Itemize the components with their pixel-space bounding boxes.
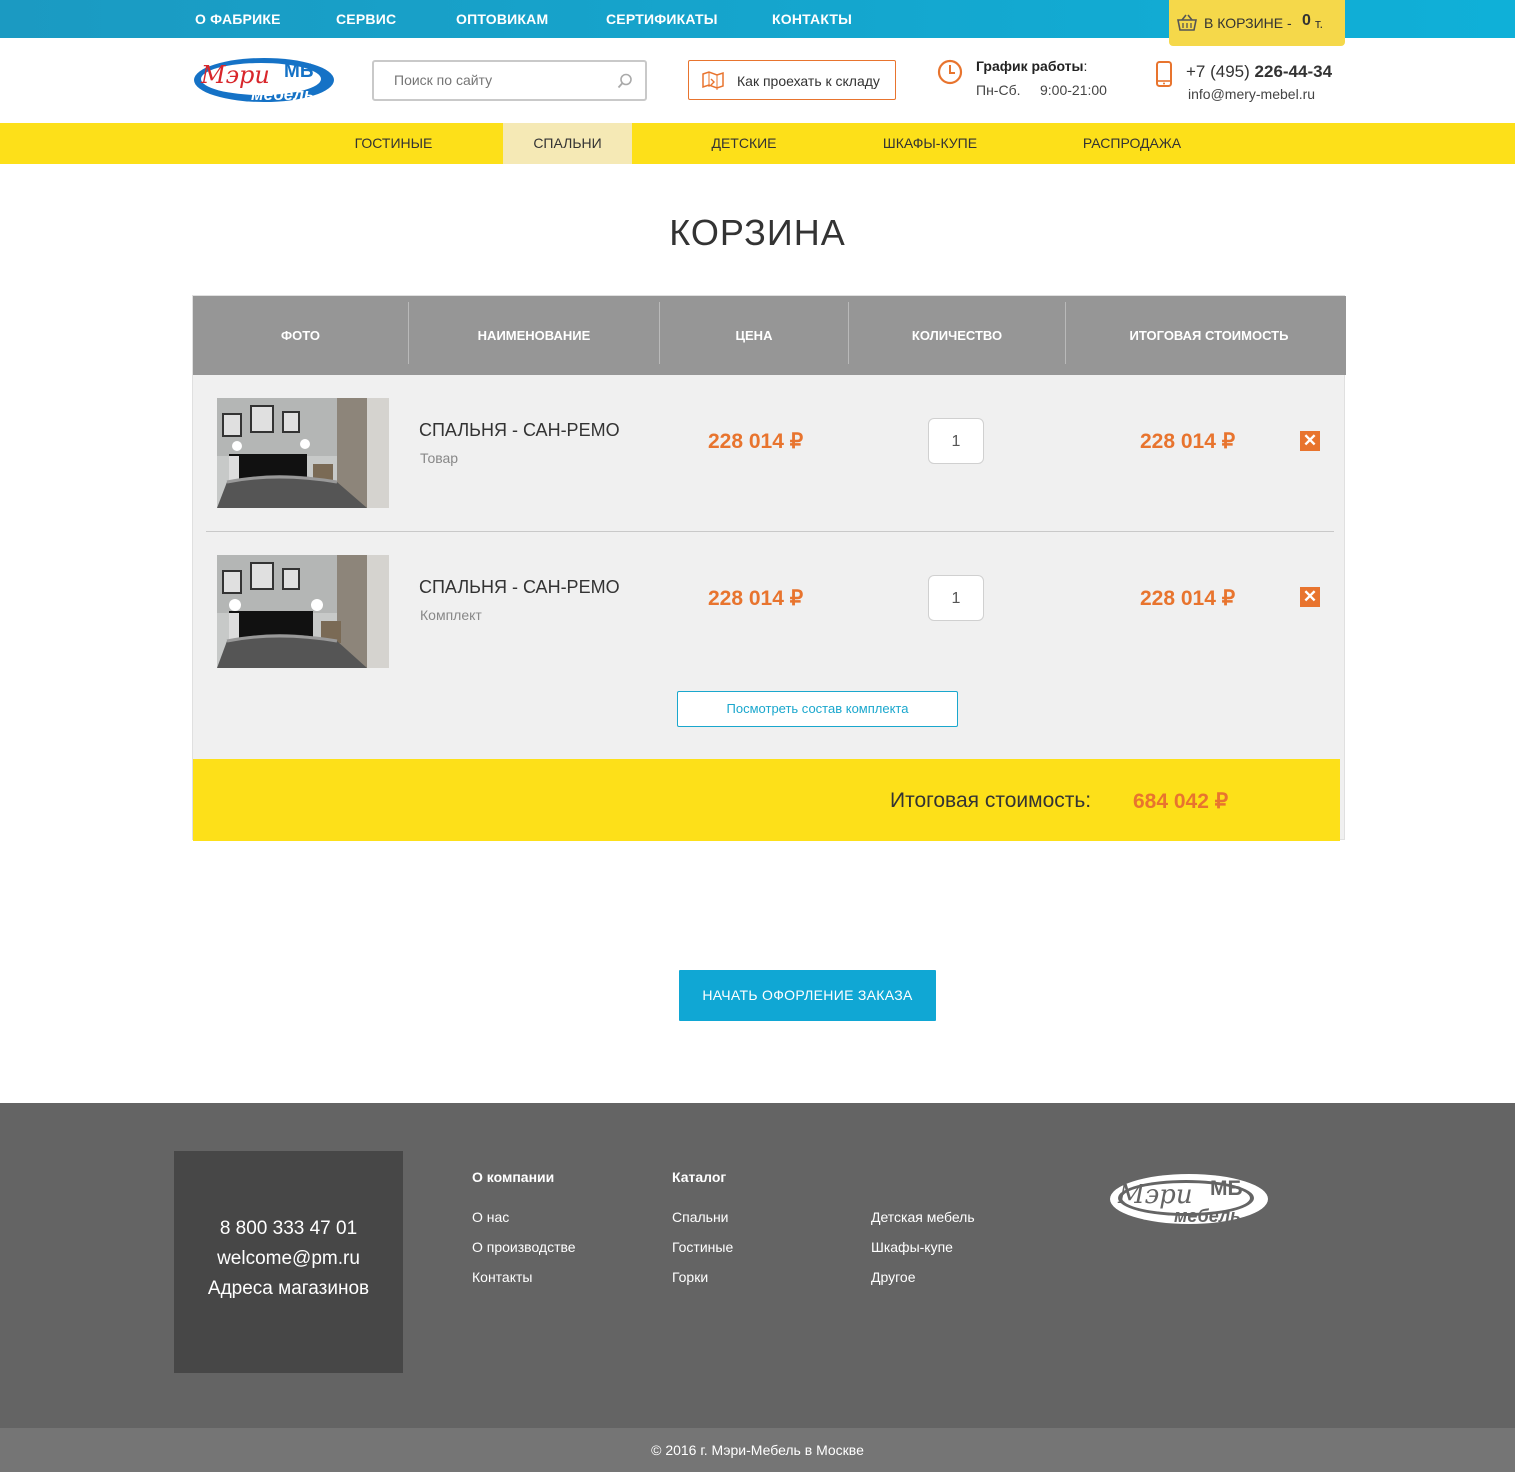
footer-link-wall-units[interactable]: Горки — [672, 1269, 708, 1285]
footer-logo-text-bottom: мебель — [1174, 1206, 1241, 1226]
topnav-item-service[interactable]: СЕРВИС — [336, 11, 396, 27]
cart-button[interactable]: В КОРЗИНЕ - 0 т. — [1169, 0, 1345, 46]
cart-label: В КОРЗИНЕ - — [1204, 15, 1292, 31]
cart-total-value: 684 042 ₽ — [1133, 790, 1229, 813]
mainnav-item-kids[interactable]: ДЕТСКИЕ — [684, 123, 804, 164]
footer-link-other[interactable]: Другое — [871, 1269, 915, 1285]
mainnav-item-wardrobes[interactable]: ШКАФЫ-КУПЕ — [860, 123, 1000, 164]
close-icon[interactable]: ✕ — [1300, 587, 1320, 607]
site-logo[interactable]: Мэри МБ мебель — [193, 55, 338, 110]
phone-prefix: +7 (495) — [1186, 62, 1250, 81]
footer: 8 800 333 47 01 welcome@pm.ru Адреса маг… — [0, 1103, 1515, 1428]
footer-link-wardrobes[interactable]: Шкафы-купе — [871, 1239, 953, 1255]
row-divider — [206, 531, 1334, 532]
product-type: Комплект — [420, 607, 482, 623]
quantity-input[interactable]: 1 — [928, 418, 984, 464]
column-header-name: НАИМЕНОВАНИЕ — [477, 328, 591, 343]
footer-link-production[interactable]: О производстве — [472, 1239, 576, 1255]
mainnav-item-living-rooms[interactable]: ГОСТИНЫЕ — [322, 123, 465, 164]
main-nav: ГОСТИНЫЕ СПАЛЬНИ ДЕТСКИЕ ШКАФЫ-КУПЕ РАСП… — [0, 123, 1515, 164]
column-header-total: ИТОГОВАЯ СТОИМОСТЬ — [1129, 328, 1289, 343]
row-total: 228 014 ₽ — [1140, 430, 1236, 453]
search-input[interactable] — [394, 72, 614, 88]
page-title: КОРЗИНА — [669, 212, 846, 253]
mainnav-item-sale[interactable]: РАСПРОДАЖА — [1065, 123, 1199, 164]
start-order-button[interactable]: НАЧАТЬ ОФОРЛЕНИЕ ЗАКАЗА — [679, 970, 936, 1021]
cart-total-label: Итоговая стоимость: — [890, 789, 1092, 812]
copyright: © 2016 г. Мэри-Мебель в Москве — [0, 1428, 1515, 1472]
footer-logo[interactable]: Мэри МБ мебель — [1108, 1171, 1270, 1232]
email-link[interactable]: info@mery-mebel.ru — [1188, 86, 1315, 102]
close-icon[interactable]: ✕ — [1300, 431, 1320, 451]
column-header-price: ЦЕНА — [735, 328, 773, 343]
phone-main: 226-44-34 — [1254, 62, 1333, 81]
topnav-item-certificates[interactable]: СЕРТИФИКАТЫ — [606, 11, 718, 27]
topnav-item-wholesale[interactable]: ОПТОВИКАМ — [456, 11, 548, 27]
footer-link-contacts[interactable]: Контакты — [472, 1269, 532, 1285]
footer-link-about[interactable]: О нас — [472, 1209, 509, 1225]
footer-link-bedrooms[interactable]: Спальни — [672, 1209, 729, 1225]
product-type: Товар — [420, 450, 459, 466]
product-photo[interactable] — [217, 555, 389, 668]
footer-link-kids-furniture[interactable]: Детская мебель — [871, 1209, 975, 1225]
footer-email[interactable]: welcome@pm.ru — [174, 1248, 403, 1270]
quantity-input[interactable]: 1 — [928, 575, 984, 621]
product-photo[interactable] — [217, 398, 389, 508]
topnav-item-contacts[interactable]: КОНТАКТЫ — [772, 11, 852, 27]
map-route-icon — [701, 70, 725, 95]
footer-contact-box: 8 800 333 47 01 welcome@pm.ru Адреса маг… — [174, 1151, 403, 1373]
schedule-title-text: График работы — [976, 58, 1084, 74]
product-price: 228 014 ₽ — [708, 430, 804, 453]
column-header-photo: ФОТО — [281, 328, 320, 343]
row-total: 228 014 ₽ — [1140, 587, 1236, 610]
footer-addresses-link[interactable]: Адреса магазинов — [174, 1278, 403, 1300]
product-price: 228 014 ₽ — [708, 587, 804, 610]
search-box — [372, 60, 647, 101]
logo-mark: МБ — [284, 61, 313, 82]
cart-table-header: ФОТО НАИМЕНОВАНИЕ ЦЕНА КОЛИЧЕСТВО ИТОГОВ… — [193, 296, 1346, 375]
cart-total-bar: Итоговая стоимость: 684 042 ₽ — [193, 759, 1340, 841]
schedule-title: График работы: — [976, 58, 1087, 74]
topnav-item-about[interactable]: О ФАБРИКЕ — [195, 11, 281, 27]
mainnav-item-bedrooms[interactable]: СПАЛЬНИ — [503, 123, 632, 164]
cart-count: 0 — [1302, 12, 1311, 29]
footer-phone[interactable]: 8 800 333 47 01 — [174, 1218, 403, 1240]
footer-catalog-heading: Каталог — [672, 1169, 727, 1185]
column-header-quantity: КОЛИЧЕСТВО — [911, 328, 1003, 343]
product-name[interactable]: СПАЛЬНЯ - САН-РЕМО — [419, 420, 620, 441]
search-icon[interactable] — [617, 73, 633, 94]
basket-icon — [1177, 14, 1197, 37]
cart-table: ФОТО НАИМЕНОВАНИЕ ЦЕНА КОЛИЧЕСТВО ИТОГОВ… — [192, 295, 1346, 841]
product-name[interactable]: СПАЛЬНЯ - САН-РЕМО — [419, 577, 620, 598]
cart-unit: т. — [1315, 16, 1324, 31]
phone-icon — [1155, 61, 1173, 92]
footer-logo-mark: МБ — [1210, 1177, 1243, 1200]
clock-icon — [937, 59, 963, 90]
route-label: Как проехать к складу — [737, 73, 880, 89]
schedule-colon: : — [1083, 58, 1088, 74]
footer-company-heading: О компании — [472, 1169, 555, 1185]
schedule-hours: 9:00-21:00 — [1040, 82, 1107, 98]
footer-link-living-rooms[interactable]: Гостиные — [672, 1239, 733, 1255]
phone-number[interactable]: +7 (495) 226-44-34 — [1186, 62, 1332, 82]
schedule-days: Пн-Сб. — [976, 82, 1021, 98]
view-set-contents-button[interactable]: Посмотреть состав комплекта — [677, 691, 958, 727]
logo-text-bottom: мебель — [251, 85, 314, 104]
route-to-warehouse-button[interactable]: Как проехать к складу — [688, 60, 896, 100]
